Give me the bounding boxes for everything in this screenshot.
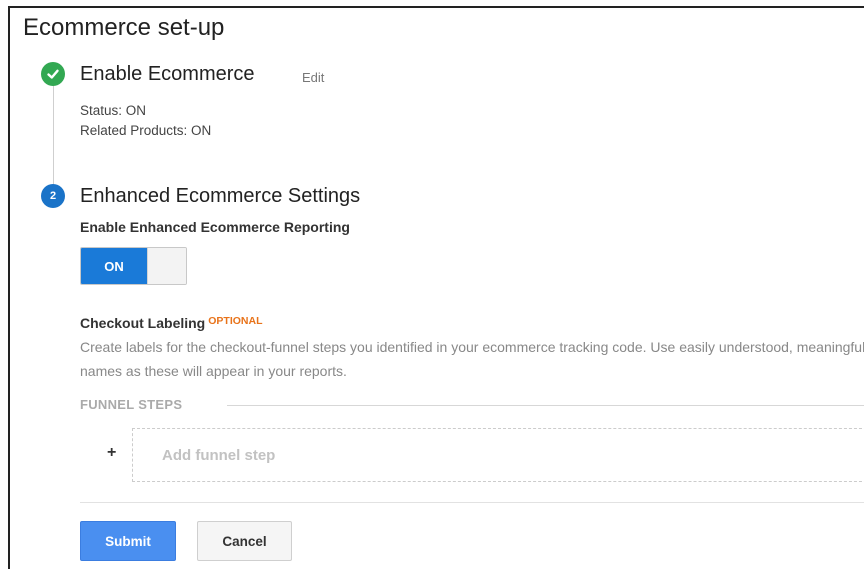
plus-icon[interactable]: + (107, 444, 116, 462)
add-funnel-step-input[interactable]: Add funnel step (132, 428, 864, 482)
checkout-labeling-label: Checkout Labeling (80, 315, 206, 331)
toggle-knob (147, 248, 186, 284)
window-frame-left (8, 6, 10, 569)
page-title: Ecommerce set-up (23, 14, 225, 41)
step-number-badge: 2 (41, 184, 65, 208)
submit-button[interactable]: Submit (80, 521, 176, 561)
cancel-button[interactable]: Cancel (197, 521, 292, 561)
checkout-labeling-heading: Checkout Labeling OPTIONAL (80, 315, 262, 331)
window-frame-top (8, 6, 864, 8)
related-products-line: Related Products: ON (80, 123, 212, 138)
funnel-header-divider (227, 405, 864, 406)
check-icon (47, 69, 59, 79)
form-divider (80, 502, 864, 503)
add-funnel-step-placeholder: Add funnel step (162, 446, 276, 464)
step2-title: Enhanced Ecommerce Settings (80, 185, 361, 207)
enhanced-reporting-toggle[interactable]: ON (80, 247, 187, 285)
step1-title: Enable Ecommerce (80, 63, 255, 85)
step-complete-badge (41, 62, 65, 86)
enhanced-reporting-label: Enable Enhanced Ecommerce Reporting (80, 219, 350, 235)
checkout-description: Create labels for the checkout-funnel st… (80, 339, 864, 379)
edit-link[interactable]: Edit (302, 70, 324, 85)
status-line: Status: ON (80, 103, 147, 118)
optional-badge: OPTIONAL (208, 315, 263, 327)
toggle-on-label: ON (81, 248, 147, 284)
funnel-steps-header: FUNNEL STEPS (80, 397, 183, 412)
step-connector-line (53, 82, 54, 186)
